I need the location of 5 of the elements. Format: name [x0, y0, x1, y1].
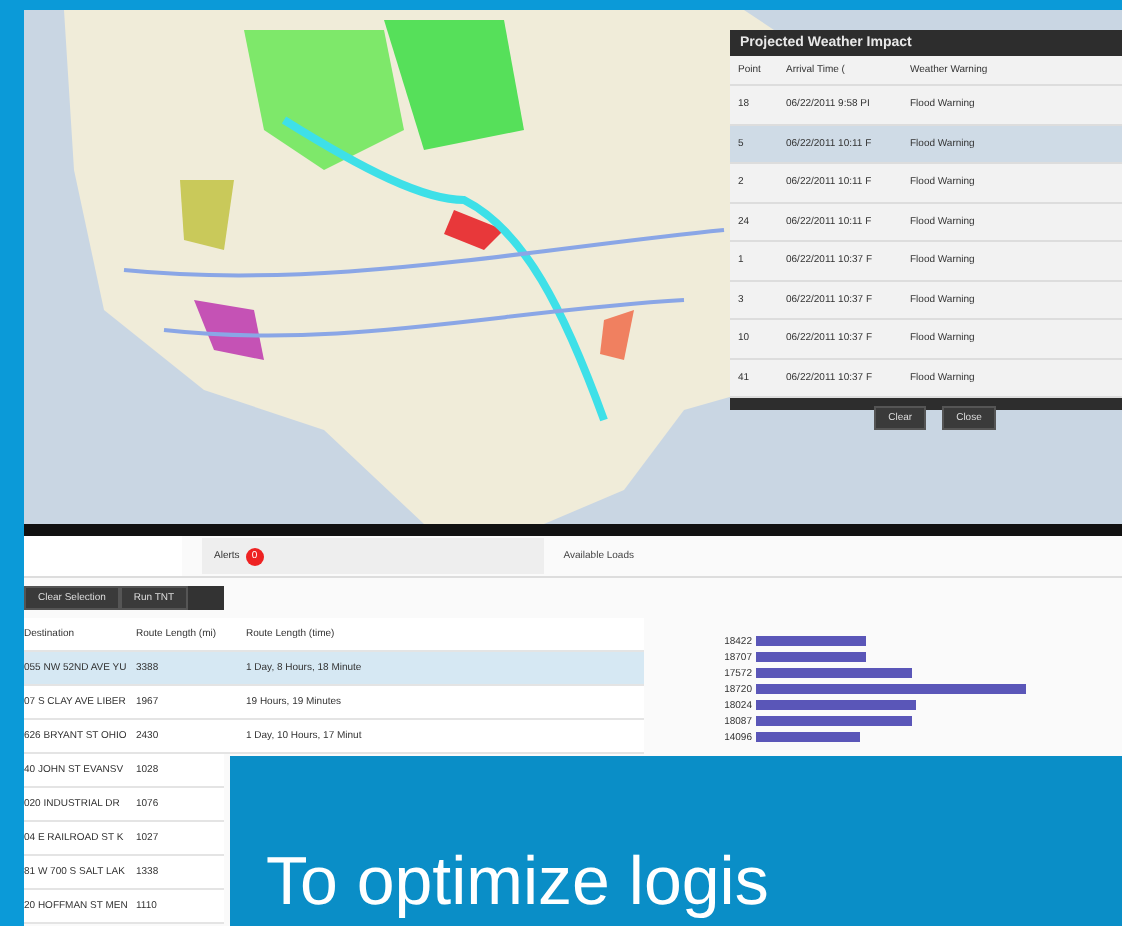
- bar: [756, 636, 866, 646]
- input-field[interactable]: [24, 536, 182, 576]
- caption-text: To optimize logis: [266, 844, 769, 920]
- bar: [756, 652, 866, 662]
- bar: [756, 732, 860, 742]
